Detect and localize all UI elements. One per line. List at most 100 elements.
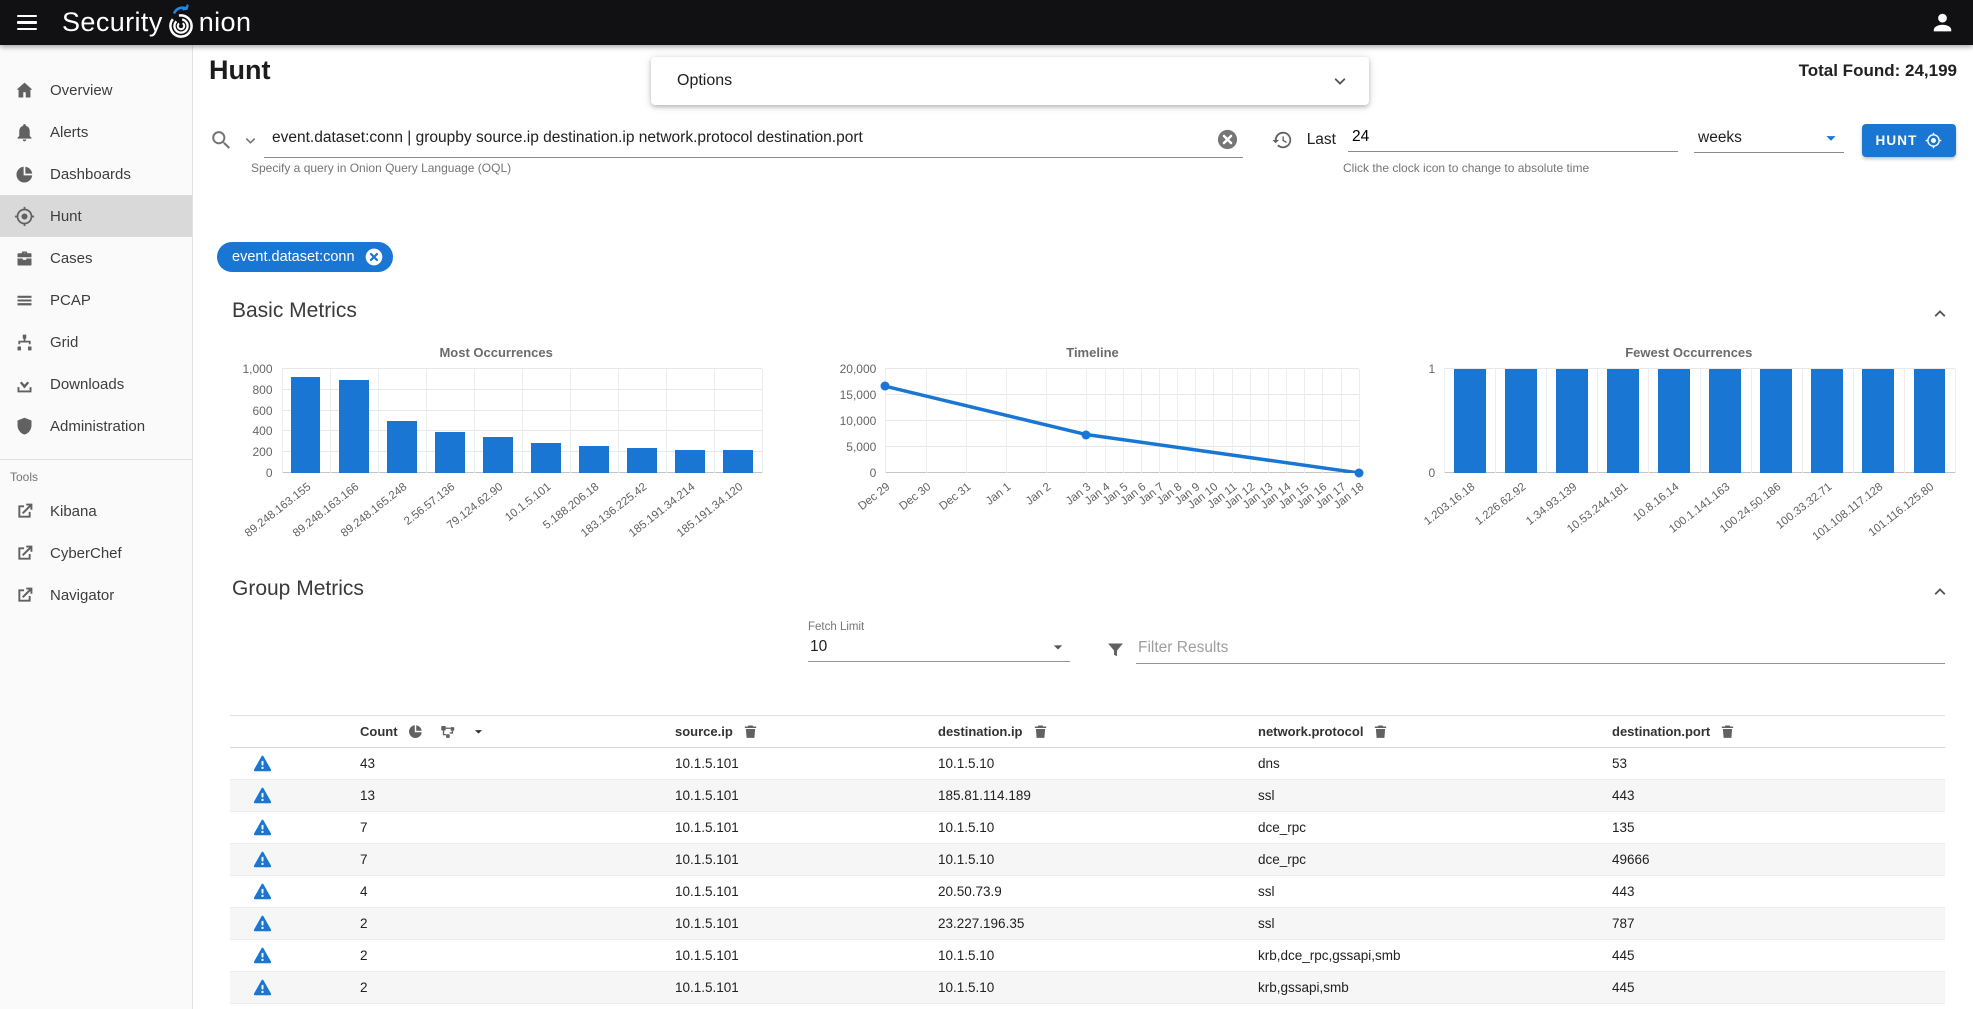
cell-destination-ip[interactable]: 10.1.5.10: [918, 756, 1238, 771]
cell-network-protocol[interactable]: ssl: [1238, 788, 1592, 803]
cell-network-protocol[interactable]: dce_rpc: [1238, 820, 1592, 835]
cell-source-ip[interactable]: 10.1.5.101: [655, 916, 918, 931]
data-point-jan-3[interactable]: [1082, 430, 1091, 439]
table-row[interactable]: 4310.1.5.10110.1.5.10dns53: [230, 748, 1945, 780]
cell-count[interactable]: 2: [340, 916, 655, 931]
bar-101.116.125.80[interactable]: [1914, 369, 1946, 473]
cell-source-ip[interactable]: 10.1.5.101: [655, 756, 918, 771]
cell-destination-port[interactable]: 49666: [1592, 852, 1945, 867]
column-header-Count[interactable]: Count: [340, 723, 655, 741]
collapse-group-metrics-icon[interactable]: [1929, 581, 1951, 603]
cell-network-protocol[interactable]: krb,dce_rpc,gssapi,smb: [1238, 948, 1592, 963]
chip-close-icon[interactable]: [364, 247, 384, 267]
column-header-network-protocol[interactable]: network.protocol: [1238, 723, 1592, 740]
cell-count[interactable]: 13: [340, 788, 655, 803]
cell-destination-port[interactable]: 443: [1592, 788, 1945, 803]
cell-network-protocol[interactable]: dns: [1238, 756, 1592, 771]
cell-destination-ip[interactable]: 10.1.5.10: [918, 820, 1238, 835]
bar-1.34.93.139[interactable]: [1556, 369, 1588, 473]
remove-column-icon[interactable]: [1372, 723, 1389, 740]
hunt-button[interactable]: HUNT: [1862, 124, 1956, 157]
cell-network-protocol[interactable]: ssl: [1238, 916, 1592, 931]
remove-column-icon[interactable]: [742, 723, 759, 740]
bar-89.248.163.166[interactable]: [339, 380, 369, 473]
sidebar-tool-cyberchef[interactable]: CyberChef: [0, 532, 192, 574]
bar-2.56.57.136[interactable]: [435, 432, 465, 473]
sidebar-tool-navigator[interactable]: Navigator: [0, 574, 192, 616]
column-header-source-ip[interactable]: source.ip: [655, 723, 918, 740]
cell-count[interactable]: 2: [340, 948, 655, 963]
warning-triangle-icon[interactable]: [252, 945, 273, 966]
cell-destination-port[interactable]: 445: [1592, 980, 1945, 995]
cell-destination-ip[interactable]: 23.227.196.35: [918, 916, 1238, 931]
cell-source-ip[interactable]: 10.1.5.101: [655, 948, 918, 963]
cell-count[interactable]: 7: [340, 820, 655, 835]
bar-89.248.163.155[interactable]: [291, 377, 321, 473]
warning-triangle-icon[interactable]: [252, 817, 273, 838]
cell-count[interactable]: 7: [340, 852, 655, 867]
bar-10.53.244.181[interactable]: [1607, 369, 1639, 473]
cell-count[interactable]: 2: [340, 980, 655, 995]
cell-network-protocol[interactable]: dce_rpc: [1238, 852, 1592, 867]
remove-column-icon[interactable]: [1032, 723, 1049, 740]
cell-source-ip[interactable]: 10.1.5.101: [655, 820, 918, 835]
table-row[interactable]: 710.1.5.10110.1.5.10dce_rpc49666: [230, 844, 1945, 876]
cell-destination-ip[interactable]: 10.1.5.10: [918, 852, 1238, 867]
bar-10.8.16.14[interactable]: [1658, 369, 1690, 473]
cell-destination-ip[interactable]: 10.1.5.10: [918, 948, 1238, 963]
column-header-destination-ip[interactable]: destination.ip: [918, 723, 1238, 740]
bar-100.24.50.186[interactable]: [1760, 369, 1792, 473]
warning-triangle-icon[interactable]: [252, 913, 273, 934]
pie-chart-toggle-icon[interactable]: [407, 723, 424, 740]
table-row[interactable]: 210.1.5.10110.1.5.10krb,gssapi,smb445: [230, 972, 1945, 1004]
sidebar-item-alerts[interactable]: Alerts: [0, 111, 192, 153]
warning-triangle-icon[interactable]: [252, 785, 273, 806]
cell-source-ip[interactable]: 10.1.5.101: [655, 852, 918, 867]
cell-count[interactable]: 4: [340, 884, 655, 899]
cell-destination-port[interactable]: 135: [1592, 820, 1945, 835]
clock-history-icon[interactable]: [1271, 129, 1293, 151]
sidebar-item-dashboards[interactable]: Dashboards: [0, 153, 192, 195]
cell-destination-port[interactable]: 53: [1592, 756, 1945, 771]
cell-source-ip[interactable]: 10.1.5.101: [655, 788, 918, 803]
cell-destination-port[interactable]: 445: [1592, 948, 1945, 963]
bar-1.226.62.92[interactable]: [1505, 369, 1537, 473]
bar-1.203.16.18[interactable]: [1454, 369, 1486, 473]
time-unit-select[interactable]: weeks: [1694, 127, 1844, 153]
fetch-limit-select[interactable]: 10: [808, 633, 1070, 662]
bar-185.191.34.214[interactable]: [675, 450, 705, 474]
menu-icon[interactable]: [0, 15, 54, 30]
caret-down-icon[interactable]: [470, 723, 487, 740]
cell-destination-port[interactable]: 443: [1592, 884, 1945, 899]
graph-toggle-icon[interactable]: [439, 723, 457, 741]
bar-100.33.32.71[interactable]: [1811, 369, 1843, 473]
sidebar-item-grid[interactable]: Grid: [0, 321, 192, 363]
collapse-basic-metrics-icon[interactable]: [1929, 303, 1951, 325]
table-row[interactable]: 710.1.5.10110.1.5.10dce_rpc135: [230, 812, 1945, 844]
bar-5.188.206.18[interactable]: [579, 446, 609, 473]
warning-triangle-icon[interactable]: [252, 753, 273, 774]
options-dropdown[interactable]: Options: [651, 57, 1369, 105]
table-row[interactable]: 410.1.5.10120.50.73.9ssl443: [230, 876, 1945, 908]
table-row[interactable]: 210.1.5.10110.1.5.10krb,dce_rpc,gssapi,s…: [230, 940, 1945, 972]
sidebar-item-downloads[interactable]: Downloads: [0, 363, 192, 405]
sidebar-item-pcap[interactable]: PCAP: [0, 279, 192, 321]
cell-destination-port[interactable]: 787: [1592, 916, 1945, 931]
warning-triangle-icon[interactable]: [252, 881, 273, 902]
data-point-dec-29[interactable]: [881, 382, 890, 391]
column-header-destination-port[interactable]: destination.port: [1592, 723, 1945, 740]
sidebar-item-overview[interactable]: Overview: [0, 69, 192, 111]
bar-10.1.5.101[interactable]: [531, 443, 561, 473]
bar-183.136.225.42[interactable]: [627, 448, 657, 473]
cell-destination-ip[interactable]: 185.81.114.189: [918, 788, 1238, 803]
time-value-input[interactable]: [1348, 128, 1678, 152]
cell-source-ip[interactable]: 10.1.5.101: [655, 980, 918, 995]
clear-query-icon[interactable]: [1216, 128, 1239, 151]
cell-count[interactable]: 43: [340, 756, 655, 771]
bar-89.248.165.248[interactable]: [387, 421, 417, 473]
filter-chip[interactable]: event.dataset:conn: [217, 242, 393, 272]
cell-destination-ip[interactable]: 20.50.73.9: [918, 884, 1238, 899]
sidebar-item-hunt[interactable]: Hunt: [0, 195, 192, 237]
warning-triangle-icon[interactable]: [252, 977, 273, 998]
bar-100.1.141.163[interactable]: [1709, 369, 1741, 473]
